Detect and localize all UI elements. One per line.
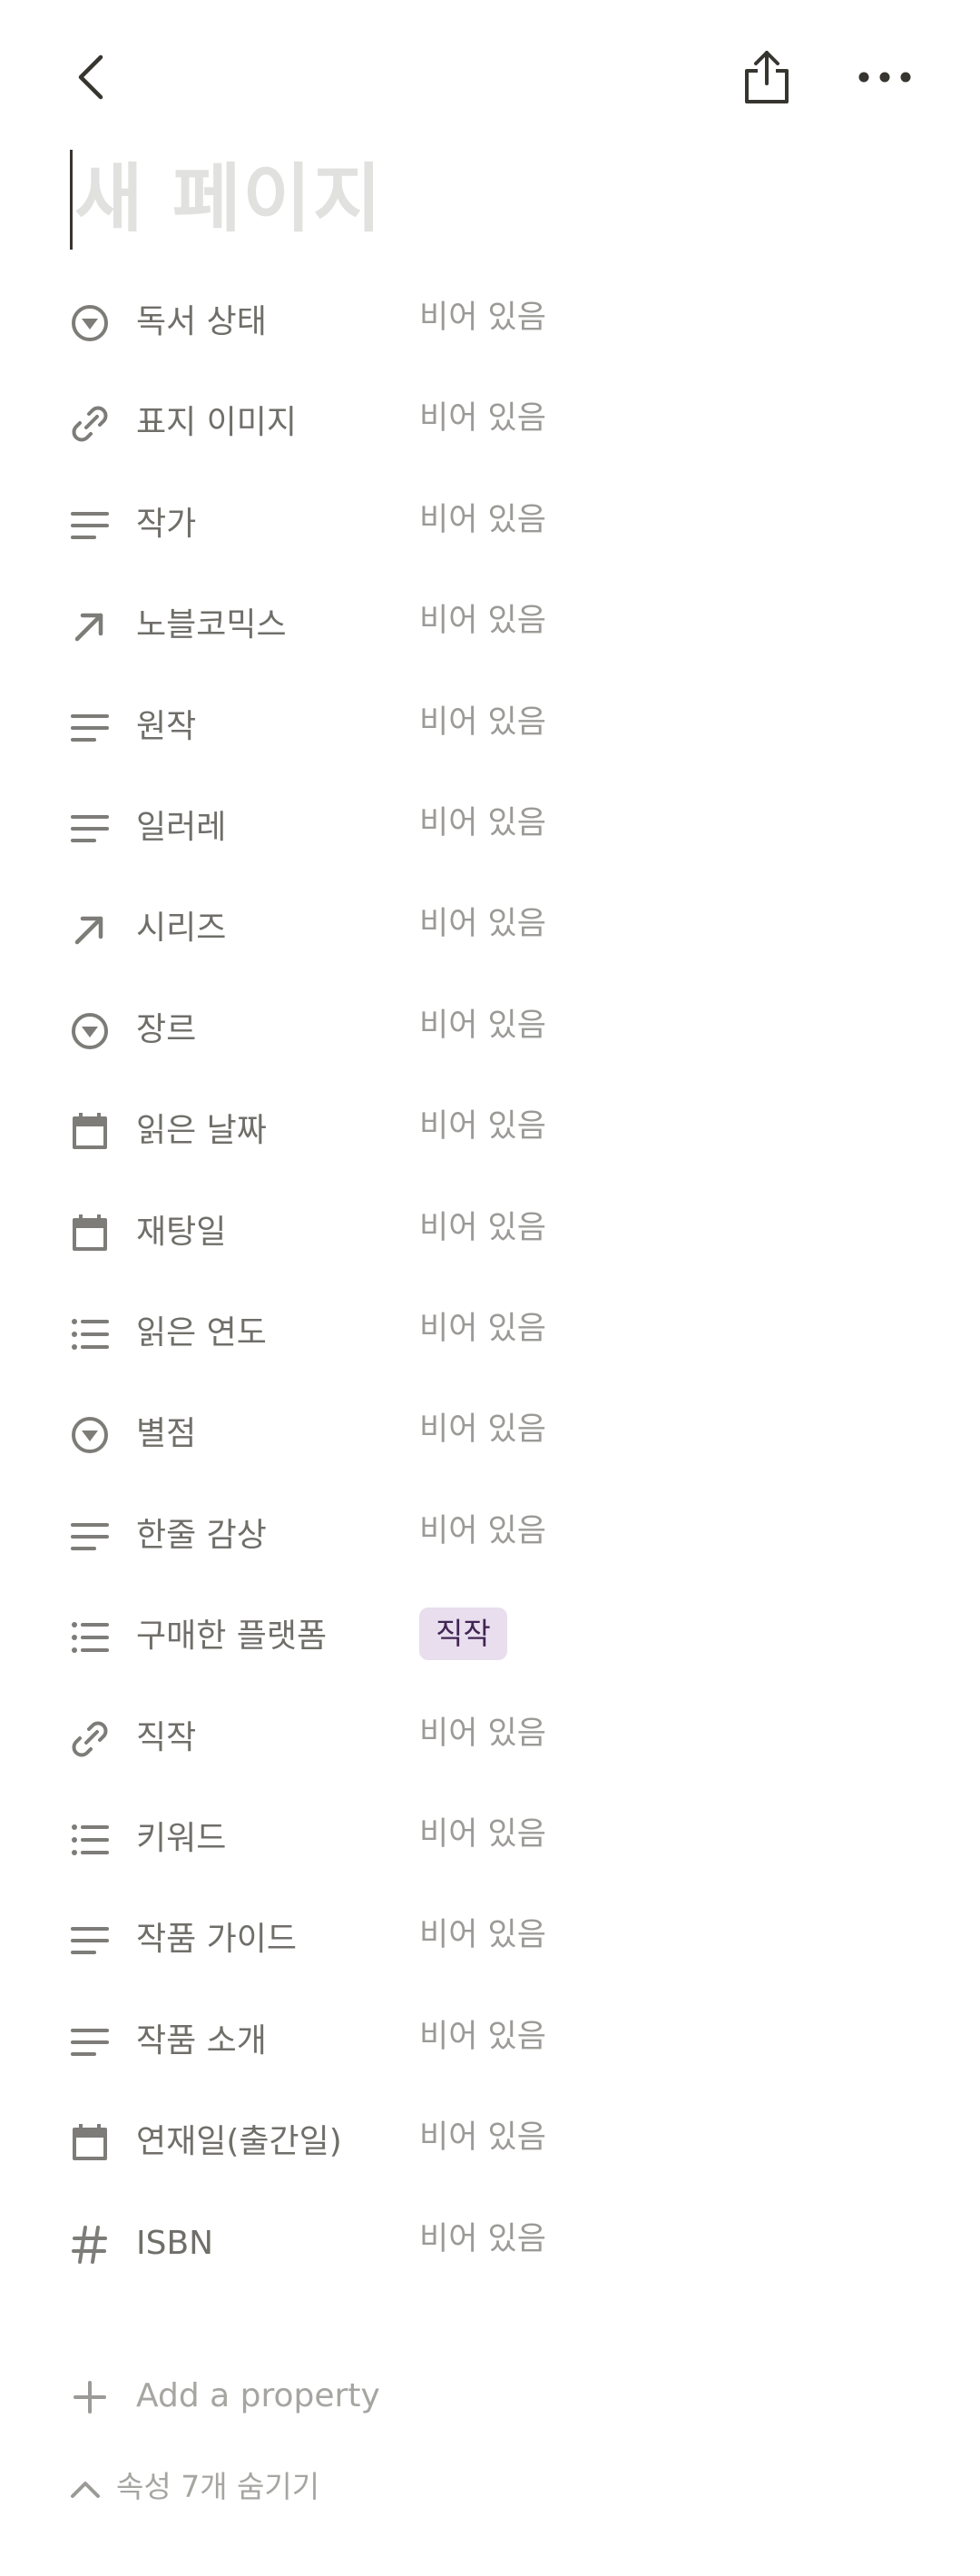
add-property-label: Add a property — [136, 2377, 380, 2414]
property-value[interactable]: 비어 있음 — [419, 387, 546, 459]
property-tag[interactable]: 직작 — [419, 1608, 507, 1660]
top-navigation-bar — [0, 0, 980, 154]
plus-icon — [69, 2376, 111, 2418]
property-row[interactable]: 작품 가이드 비어 있음 — [0, 1903, 980, 1976]
property-name: 노블코믹스 — [136, 606, 287, 644]
property-name: 읽은 날짜 — [136, 1112, 267, 1149]
property-row[interactable]: 키워드 비어 있음 — [0, 1803, 980, 1875]
property-row[interactable]: 읽은 날짜 비어 있음 — [0, 1095, 980, 1167]
property-name: 독서 상태 — [136, 303, 267, 340]
multi-select-icon — [69, 1313, 111, 1355]
property-value[interactable]: 비어 있음 — [419, 892, 546, 965]
hide-properties-label: 속성 7개 숨기기 — [116, 2469, 320, 2504]
property-value[interactable]: 비어 있음 — [419, 1196, 546, 1269]
property-row[interactable]: 독서 상태 비어 있음 — [0, 286, 980, 359]
text-icon — [69, 1516, 111, 1558]
property-row[interactable]: 원작 비어 있음 — [0, 691, 980, 763]
property-name: 원작 — [136, 708, 197, 745]
property-row[interactable]: 표지 이미지 비어 있음 — [0, 387, 980, 459]
property-row[interactable]: 노블코믹스 비어 있음 — [0, 589, 980, 662]
property-value[interactable]: 비어 있음 — [419, 1499, 546, 1572]
property-row[interactable]: 시리즈 비어 있음 — [0, 892, 980, 965]
text-icon — [69, 505, 111, 546]
more-horizontal-icon — [858, 72, 911, 83]
link-icon — [69, 1718, 111, 1760]
back-button[interactable] — [60, 45, 123, 109]
select-icon — [69, 302, 111, 344]
property-row[interactable]: 재탕일 비어 있음 — [0, 1196, 980, 1269]
calendar-icon — [69, 2122, 111, 2164]
property-name: 시리즈 — [136, 909, 227, 947]
property-value[interactable]: 비어 있음 — [419, 1297, 546, 1370]
property-name: ISBN — [136, 2225, 214, 2262]
property-value[interactable]: 비어 있음 — [419, 488, 546, 561]
page-title-placeholder: 새 페이지 — [74, 156, 384, 242]
property-name: 키워드 — [136, 1820, 227, 1857]
property-value[interactable]: 비어 있음 — [419, 1803, 546, 1875]
text-icon — [69, 808, 111, 850]
text-icon — [69, 2021, 111, 2063]
property-value[interactable]: 비어 있음 — [419, 691, 546, 763]
property-value[interactable]: 비어 있음 — [419, 1095, 546, 1167]
select-icon — [69, 1414, 111, 1456]
property-name: 작품 소개 — [136, 2022, 267, 2060]
multi-select-icon — [69, 1617, 111, 1658]
property-name: 읽은 연도 — [136, 1314, 267, 1352]
property-row[interactable]: 읽은 연도 비어 있음 — [0, 1297, 980, 1370]
property-value[interactable]: 비어 있음 — [419, 2106, 546, 2178]
property-row[interactable]: 장르 비어 있음 — [0, 994, 980, 1067]
property-row[interactable]: 직작 비어 있음 — [0, 1702, 980, 1775]
text-cursor — [70, 150, 73, 250]
property-name: 한줄 감상 — [136, 1517, 267, 1554]
chevron-up-icon — [71, 2482, 100, 2498]
property-row[interactable]: 작품 소개 비어 있음 — [0, 2005, 980, 2078]
link-icon — [69, 403, 111, 445]
text-icon — [69, 707, 111, 749]
share-icon — [745, 51, 789, 103]
property-value[interactable]: 비어 있음 — [419, 791, 546, 864]
hide-properties-toggle[interactable]: 속성 7개 숨기기 — [0, 2451, 980, 2523]
property-row[interactable]: 별점 비어 있음 — [0, 1398, 980, 1470]
property-name: 구매한 플랫폼 — [136, 1617, 328, 1655]
property-row[interactable]: 일러레 비어 있음 — [0, 791, 980, 864]
page-title-field[interactable]: 새 페이지 — [70, 150, 383, 250]
property-name: 직작 — [136, 1719, 197, 1756]
property-row[interactable]: 한줄 감상 비어 있음 — [0, 1499, 980, 1572]
property-name: 작품 가이드 — [136, 1921, 298, 1958]
property-name: 장르 — [136, 1011, 197, 1048]
calendar-icon — [69, 1213, 111, 1254]
property-row[interactable]: 연재일(출간일) 비어 있음 — [0, 2106, 980, 2178]
calendar-icon — [69, 1111, 111, 1153]
more-options-button[interactable] — [848, 45, 921, 109]
property-row[interactable]: 작가 비어 있음 — [0, 488, 980, 561]
property-value[interactable]: 비어 있음 — [419, 286, 546, 359]
relation-arrow-icon — [69, 605, 111, 647]
property-value[interactable]: 비어 있음 — [419, 1903, 546, 1976]
property-name: 표지 이미지 — [136, 404, 298, 441]
property-name: 연재일(출간일) — [136, 2123, 342, 2160]
property-row[interactable]: ISBN 비어 있음 — [0, 2207, 980, 2280]
property-row[interactable]: 구매한 플랫폼 직작 — [0, 1600, 980, 1673]
multi-select-icon — [69, 1819, 111, 1861]
property-value[interactable]: 비어 있음 — [419, 589, 546, 662]
share-button[interactable] — [730, 41, 803, 113]
property-value[interactable]: 비어 있음 — [419, 2005, 546, 2078]
property-value[interactable]: 비어 있음 — [419, 1702, 546, 1775]
chevron-left-icon — [78, 54, 103, 100]
property-name: 별점 — [136, 1415, 197, 1452]
select-icon — [69, 1010, 111, 1052]
relation-arrow-icon — [69, 909, 111, 950]
text-icon — [69, 1920, 111, 1961]
property-value[interactable]: 비어 있음 — [419, 994, 546, 1067]
property-value[interactable]: 비어 있음 — [419, 1398, 546, 1470]
property-name: 작가 — [136, 506, 197, 543]
add-property-button[interactable]: Add a property — [0, 2360, 980, 2433]
number-icon — [69, 2224, 111, 2266]
property-value[interactable]: 비어 있음 — [419, 2207, 546, 2280]
property-name: 일러레 — [136, 809, 227, 846]
property-name: 재탕일 — [136, 1214, 227, 1251]
